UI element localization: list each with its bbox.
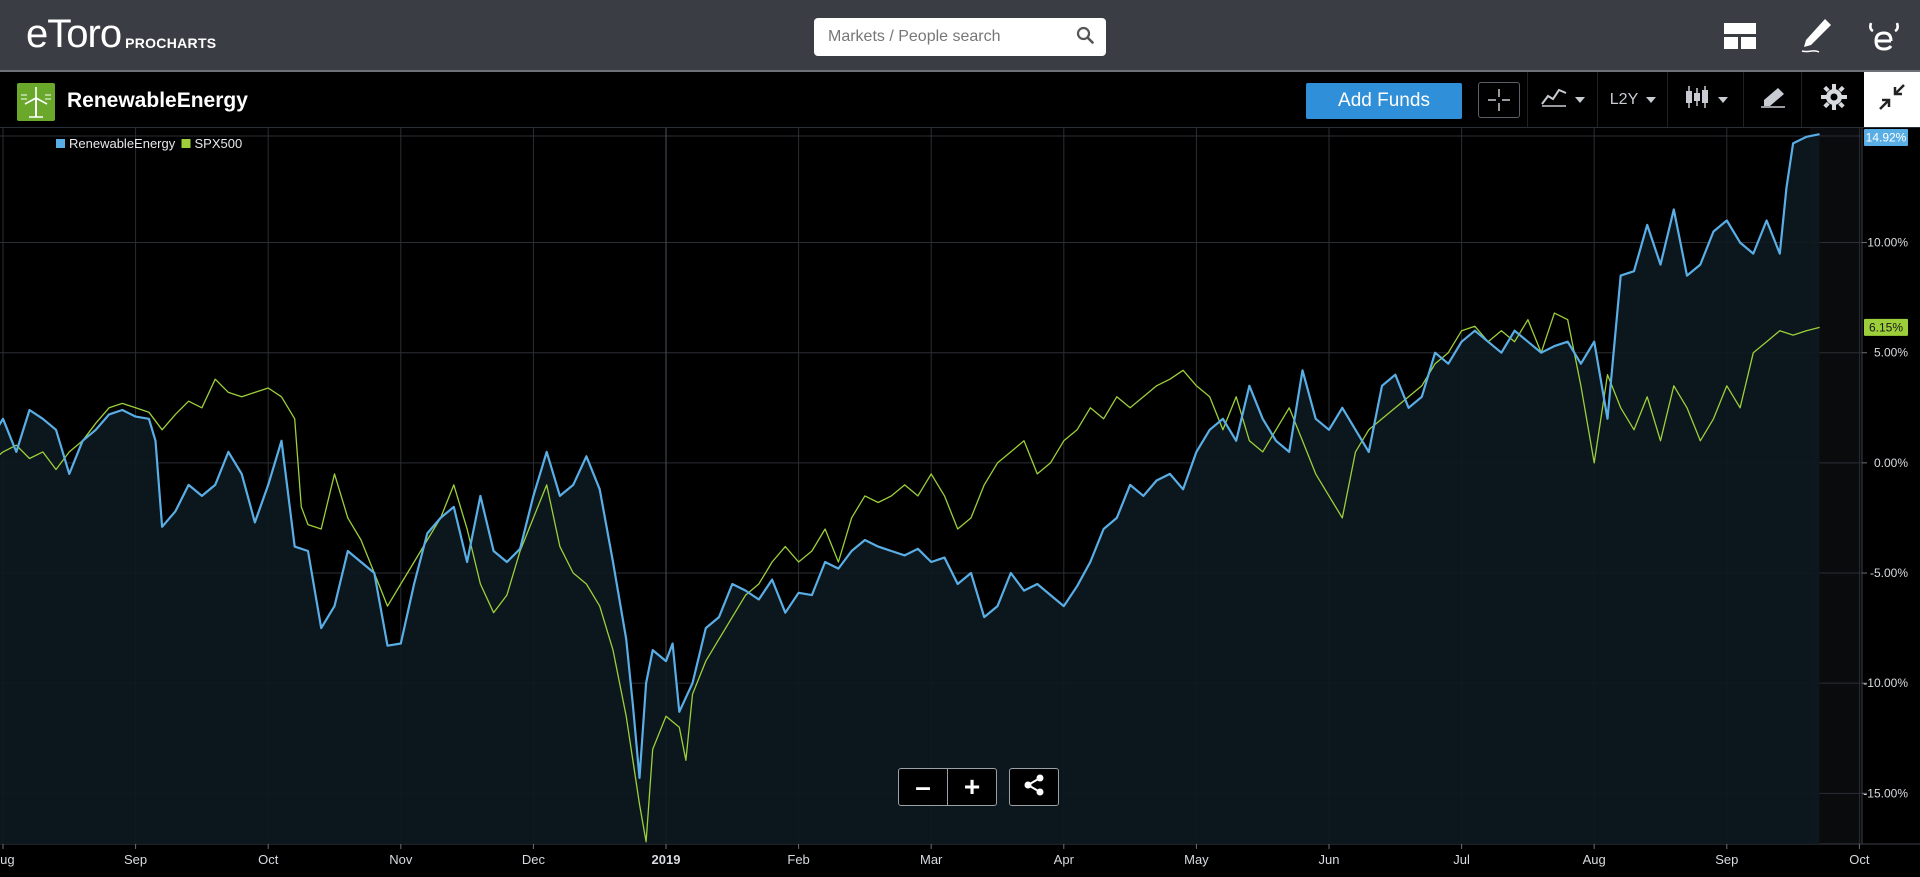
compare-chart-icon [1541, 87, 1567, 112]
y-tick-label: 5.00% [1874, 346, 1908, 360]
legend-label: RenewableEnergy [69, 136, 176, 151]
logo-brand: eToro [26, 12, 122, 56]
search-input[interactable] [826, 27, 1076, 47]
x-axis: Aug Sep Oct Nov Dec 2019 Feb Mar Apr May Jun Jul Aug… [0, 844, 1870, 867]
wind-turbine-icon [17, 83, 55, 121]
y-tick-label: -5.00% [1870, 566, 1908, 580]
etoro-e-icon[interactable] [1864, 16, 1904, 56]
share-icon [1023, 774, 1045, 801]
x-tick-label: Mar [920, 852, 943, 867]
search-icon[interactable] [1076, 26, 1094, 49]
y-tick-label: -15.00% [1863, 786, 1908, 800]
pencil-icon[interactable] [1796, 16, 1836, 56]
collapse-chart-button[interactable] [1864, 72, 1920, 127]
x-tick-label: Sep [1715, 852, 1738, 867]
last-value-label: 6.15% [1869, 320, 1903, 334]
x-tick-label: Aug [0, 852, 15, 867]
timeframe-dropdown[interactable]: L2Y [1597, 72, 1668, 127]
x-tick-label: Aug [1583, 852, 1606, 867]
etoro-logo[interactable]: eToro PROCHARTS [26, 14, 216, 54]
zoom-controls: – + [898, 768, 997, 806]
x-tick-label: Jun [1319, 852, 1340, 867]
add-funds-button[interactable]: Add Funds [1306, 83, 1462, 119]
settings-button[interactable] [1801, 72, 1865, 127]
legend-swatch [56, 139, 65, 148]
x-tick-label: May [1184, 852, 1209, 867]
x-tick-label: Sep [124, 852, 147, 867]
x-tick-label: Jul [1453, 852, 1470, 867]
chart-type-dropdown[interactable] [1667, 72, 1744, 127]
top-bar: eToro PROCHARTS [0, 0, 1920, 72]
drawing-tools-icon [1760, 86, 1786, 113]
crosshair-icon [1478, 81, 1520, 118]
candlestick-icon [1684, 84, 1710, 115]
share-button[interactable] [1009, 768, 1059, 806]
x-tick-label: Dec [522, 852, 546, 867]
instrument-toolbar: RenewableEnergy Add Funds L2Y [0, 72, 1920, 128]
gear-icon [1820, 84, 1847, 115]
chart-legend: RenewableEnergy SPX500 [56, 136, 242, 151]
compare-dropdown[interactable] [1527, 72, 1598, 127]
y-tick-label: 0.00% [1874, 456, 1908, 470]
last-value-label: 14.92% [1866, 131, 1907, 145]
y-tick-label: 10.00% [1867, 236, 1908, 250]
logo-product: PROCHARTS [125, 35, 217, 51]
chevron-down-icon [1718, 96, 1728, 103]
layout-icon[interactable] [1720, 16, 1760, 56]
x-tick-label: 2019 [652, 852, 681, 867]
x-tick-label: Oct [1849, 852, 1870, 867]
collapse-arrows-icon [1877, 82, 1907, 117]
x-tick-label: Apr [1054, 852, 1075, 867]
y-tick-label: -10.00% [1863, 676, 1908, 690]
zoom-out-button[interactable]: – [899, 769, 947, 805]
x-tick-label: Nov [389, 852, 413, 867]
instrument-name: RenewableEnergy [67, 89, 248, 112]
zoom-in-button[interactable]: + [947, 769, 996, 805]
crosshair-button[interactable] [1476, 72, 1522, 127]
legend-label: SPX500 [195, 136, 243, 151]
performance-chart[interactable]: 10.00% 5.00% 0.00% -5.00% -10.00% -15.00% Aug… [0, 128, 1920, 877]
x-tick-label: Feb [787, 852, 809, 867]
chevron-down-icon [1646, 96, 1657, 103]
search-box[interactable] [814, 18, 1106, 56]
legend-swatch [181, 139, 191, 148]
timeframe-label: L2Y [1609, 90, 1639, 108]
chevron-down-icon [1575, 96, 1585, 103]
x-tick-label: Oct [258, 852, 279, 867]
drawing-tools-button[interactable] [1743, 72, 1802, 127]
